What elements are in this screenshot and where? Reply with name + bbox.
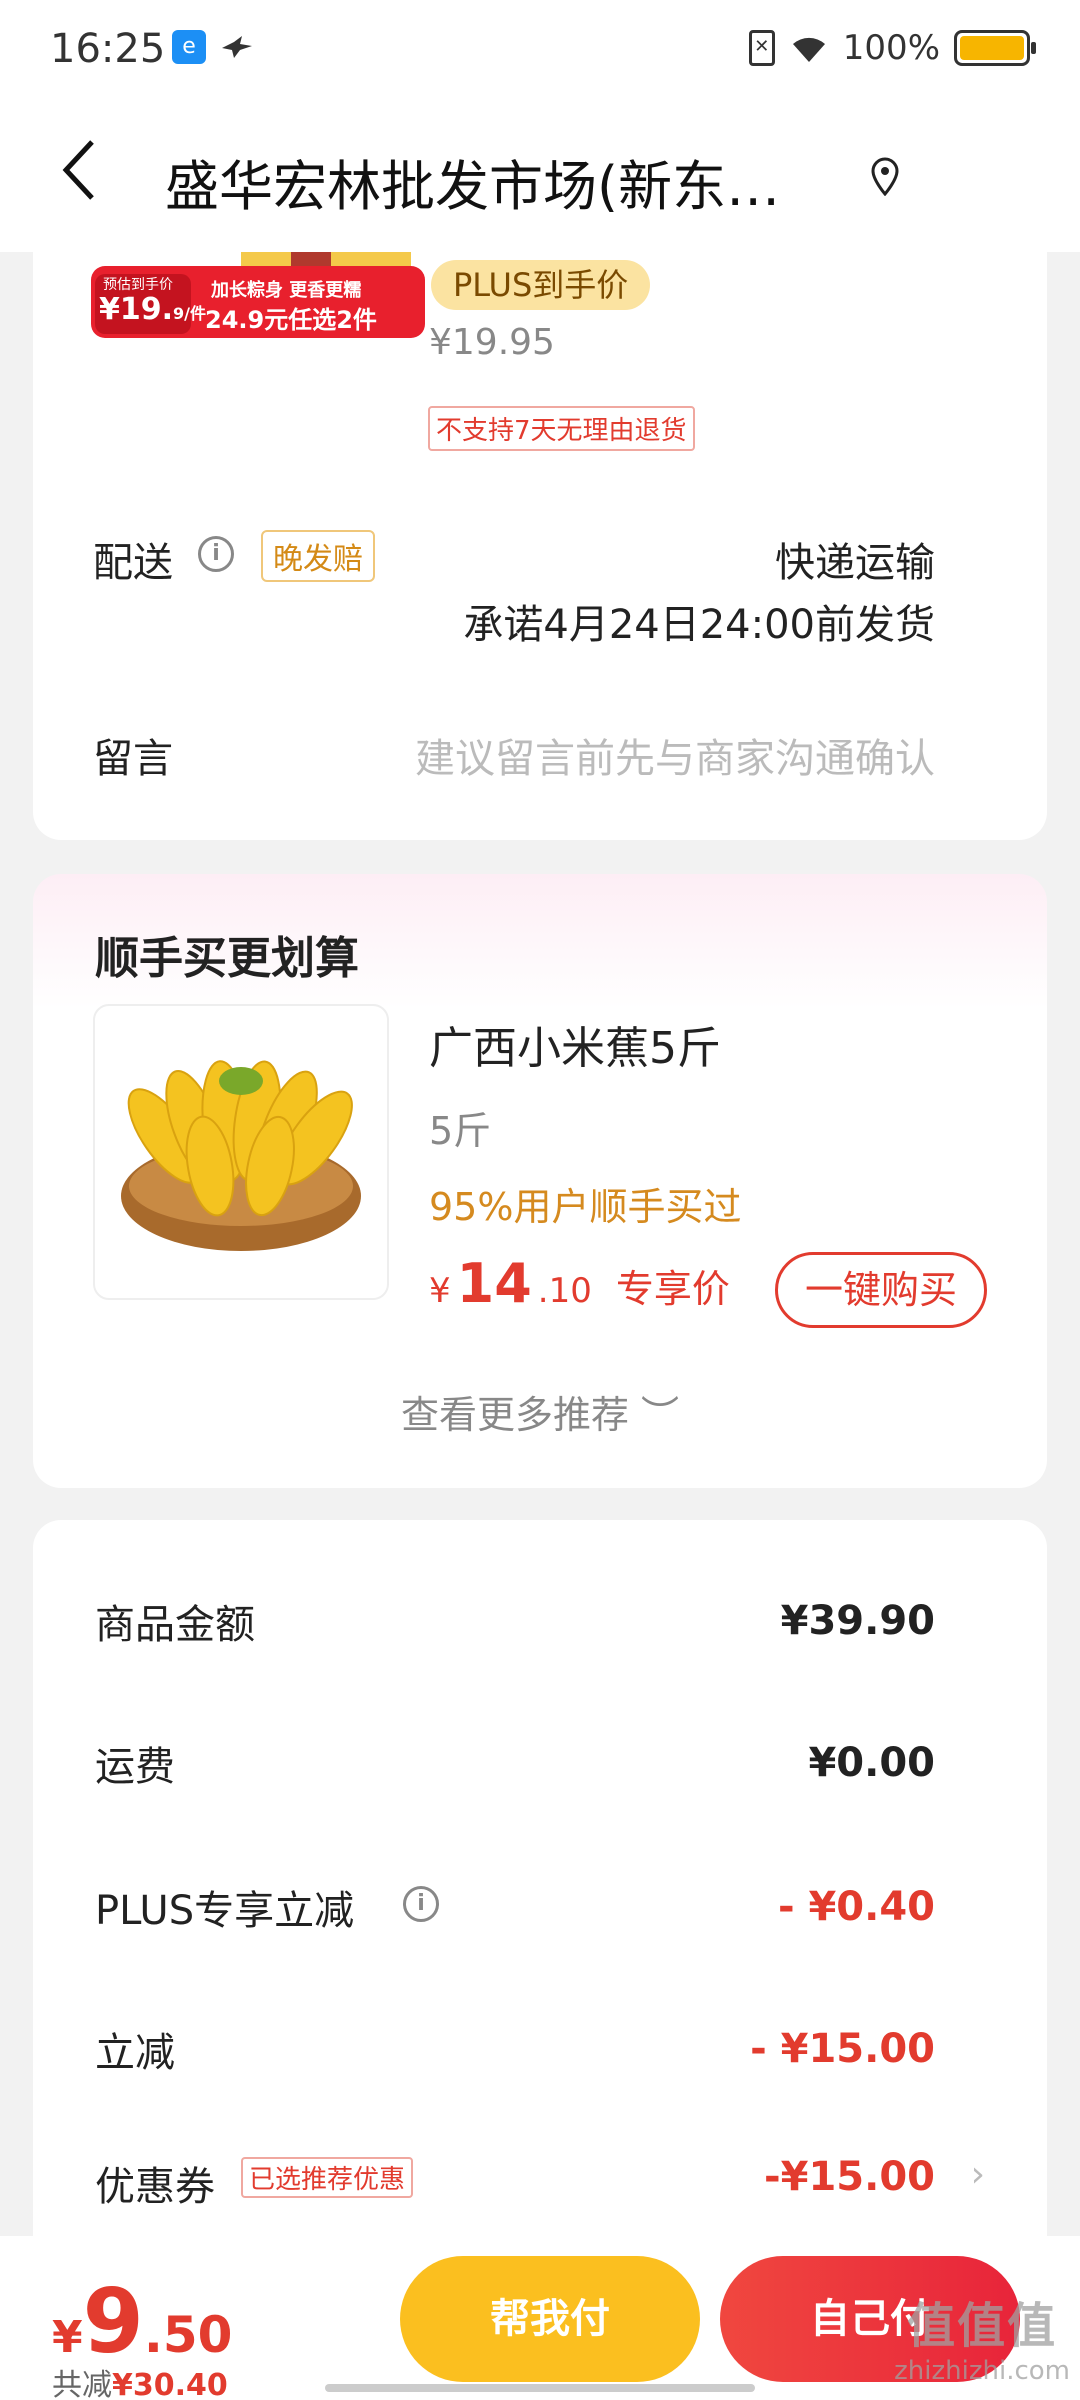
upsell-title: 顺手买更划算: [95, 933, 359, 984]
late-compensation-tag: 晚发赔: [261, 530, 375, 582]
coupon-value[interactable]: -¥15.00: [764, 2154, 935, 2200]
nav-bar: 盛华宏林批发市场(新东…: [0, 100, 1080, 252]
delivery-label: 配送: [93, 540, 173, 586]
banana-product-image[interactable]: [93, 1004, 389, 1300]
watermark: 值值值 zhizhizhi.com: [894, 2298, 1070, 2386]
coupon-label: 优惠券: [95, 2164, 215, 2210]
battery-percent: 100%: [842, 28, 940, 68]
checkout-bar: ¥9.50 共减¥30.40 帮我付 自己付 值值值 zhizhizhi.com: [0, 2236, 1080, 2400]
total-saved: 共减¥30.40: [52, 2368, 228, 2400]
upsell-social-proof: 95%用户顺手买过: [429, 1185, 742, 1229]
total-price: ¥9.50: [52, 2270, 233, 2373]
goods-amount-label: 商品金额: [95, 1602, 255, 1648]
instant-discount-label: 立减: [95, 2030, 175, 2076]
info-icon[interactable]: i: [403, 1886, 439, 1922]
upsell-product-name[interactable]: 广西小米蕉5斤: [429, 1012, 721, 1076]
product-promo-image[interactable]: 预估到手价 ¥19. 9/件 加长粽身 更香更糯 24.9元任选2件: [91, 252, 425, 338]
wifi-icon: [792, 37, 825, 62]
upsell-price: ¥14.10 专享价: [429, 1252, 730, 1315]
shipping-fee-label: 运费: [95, 1744, 175, 1790]
message-input[interactable]: 建议留言前先与商家沟通确认: [415, 726, 935, 784]
help-me-pay-button[interactable]: 帮我付: [400, 2256, 700, 2382]
upsell-card: 顺手买更划算 广西小米蕉5斤 5斤 95%用户顺手买过 ¥14.10 专享价 一键…: [33, 874, 1047, 1488]
no-sim-icon: ✕: [748, 30, 775, 66]
shipping-fee-value: ¥0.00: [808, 1740, 935, 1786]
goods-amount-value: ¥39.90: [780, 1598, 935, 1644]
return-policy-tag: 不支持7天无理由退货: [428, 406, 695, 451]
one-click-buy-button[interactable]: 一键购买: [775, 1252, 987, 1328]
location-pin-icon[interactable]: [870, 156, 900, 197]
plus-price-badge: PLUS到手价: [431, 260, 651, 310]
bird-icon: [220, 34, 254, 69]
promo-slogan: 加长粽身 更香更糯: [211, 280, 362, 301]
battery-icon: [954, 30, 1036, 66]
instant-discount-value: - ¥15.00: [750, 2026, 935, 2072]
order-item-card: 预估到手价 ¥19. 9/件 加长粽身 更香更糯 24.9元任选2件 PLUS到手…: [33, 252, 1047, 840]
store-title: 盛华宏林批发市场(新东…: [165, 155, 781, 218]
status-bar: 16:25 e ✕ 100%: [0, 0, 1080, 100]
plus-discount-value: - ¥0.40: [777, 1884, 935, 1930]
app-notification-icon: e: [172, 30, 206, 64]
shipping-promise: 承诺4月24日24:00前发货: [463, 602, 935, 648]
shipping-method: 快递运输: [775, 540, 935, 586]
status-indicators: ✕ 100%: [748, 28, 1036, 68]
chevron-right-icon[interactable]: ›: [971, 2154, 985, 2195]
plus-price: ¥19.95: [429, 322, 555, 363]
upsell-product-spec: 5斤: [429, 1109, 492, 1153]
message-label: 留言: [93, 736, 173, 782]
coupon-recommended-tag: 已选推荐优惠: [241, 2157, 414, 2198]
promo-label: 预估到手价: [103, 277, 173, 293]
info-icon[interactable]: i: [198, 536, 234, 572]
plus-discount-label: PLUS专享立减: [95, 1888, 355, 1934]
home-indicator[interactable]: [325, 2384, 755, 2392]
promo-price: ¥19. 9/件: [99, 292, 207, 327]
promo-deal: 24.9元任选2件: [205, 306, 377, 334]
back-icon[interactable]: [60, 138, 100, 213]
status-time: 16:25: [50, 26, 166, 72]
more-recommendations-link[interactable]: 查看更多推荐 ︶: [33, 1384, 1047, 1439]
